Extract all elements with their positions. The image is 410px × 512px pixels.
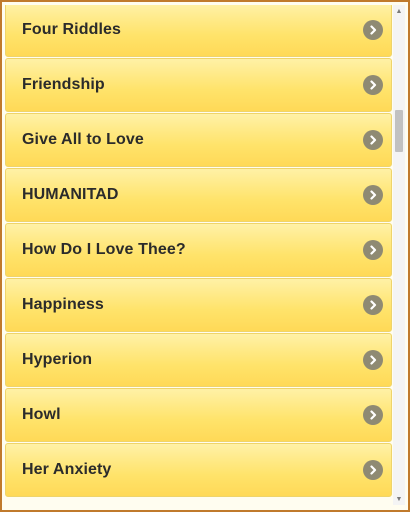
scrollbar-thumb[interactable] <box>395 110 403 152</box>
list-item-label: Her Anxiety <box>22 461 112 478</box>
list-item-label: Hyperion <box>22 351 93 368</box>
list-item[interactable]: Hyperion <box>5 333 392 387</box>
list-item[interactable]: Her Anxiety <box>5 443 392 497</box>
chevron-right-circle-icon <box>363 405 383 425</box>
list-item[interactable]: Happiness <box>5 278 392 332</box>
chevron-right-circle-icon <box>363 185 383 205</box>
poem-list: Four Riddles Friendship Give All to Love… <box>5 5 392 505</box>
list-item[interactable]: Give All to Love <box>5 113 392 167</box>
list-item-label: Friendship <box>22 76 105 93</box>
chevron-right-circle-icon <box>363 20 383 40</box>
list-item-label: Happiness <box>22 296 104 313</box>
chevron-right-circle-icon <box>363 295 383 315</box>
list-item[interactable]: Friendship <box>5 58 392 112</box>
list-item-label: How Do I Love Thee? <box>22 241 186 258</box>
list-item-label: Howl <box>22 406 61 423</box>
scroll-down-arrow-icon[interactable]: ▼ <box>393 493 405 505</box>
scroll-up-arrow-icon[interactable]: ▲ <box>393 5 405 17</box>
list-item[interactable]: Four Riddles <box>5 5 392 57</box>
list-item[interactable]: How Do I Love Thee? <box>5 223 392 277</box>
chevron-right-circle-icon <box>363 460 383 480</box>
list-item-label: Four Riddles <box>22 21 121 38</box>
chevron-right-circle-icon <box>363 240 383 260</box>
poem-list-panel: Four Riddles Friendship Give All to Love… <box>0 0 410 512</box>
chevron-right-circle-icon <box>363 75 383 95</box>
list-item[interactable]: HUMANITAD <box>5 168 392 222</box>
list-item-label: HUMANITAD <box>22 186 119 203</box>
list-item-label: Give All to Love <box>22 131 144 148</box>
vertical-scrollbar[interactable]: ▲ ▼ <box>393 5 405 505</box>
list-item[interactable]: Howl <box>5 388 392 442</box>
chevron-right-circle-icon <box>363 130 383 150</box>
chevron-right-circle-icon <box>363 350 383 370</box>
